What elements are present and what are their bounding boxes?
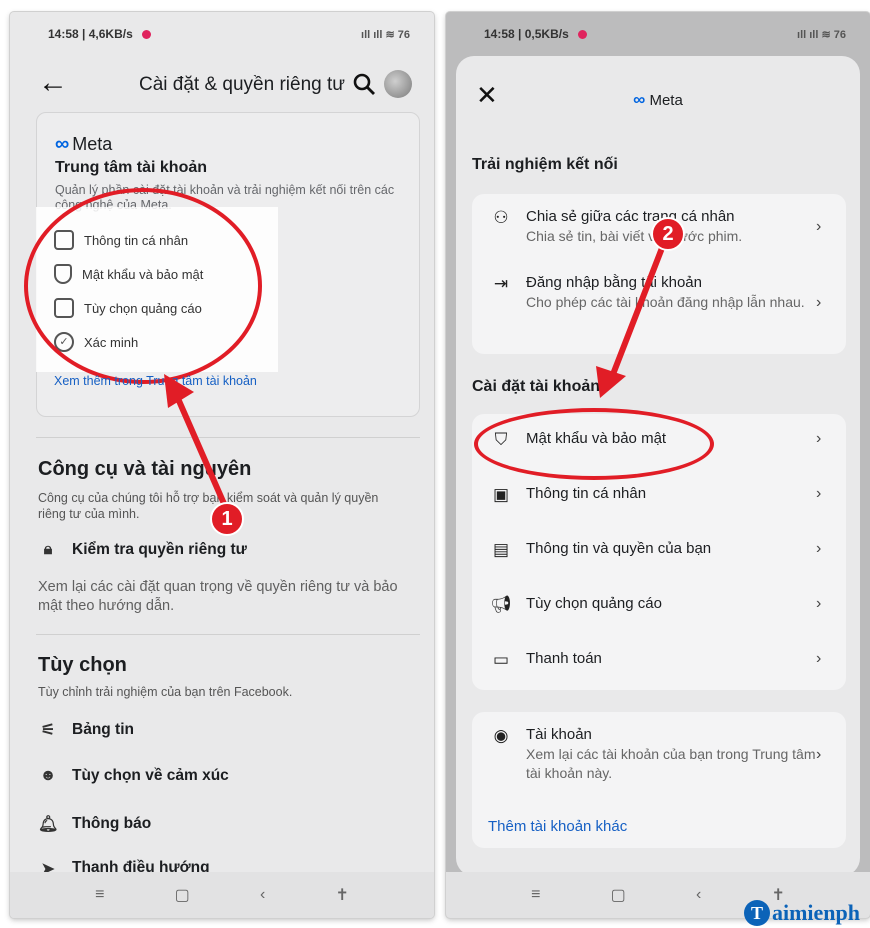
menu-icon[interactable]: ≡ — [95, 886, 104, 904]
option-label: Bảng tin — [72, 721, 134, 738]
divider — [36, 634, 420, 635]
step-badge-1: 1 — [210, 502, 244, 536]
option-nav-bar[interactable]: ➤ Thanh điều hướng — [38, 859, 210, 873]
chevron-right-icon: › — [816, 595, 822, 612]
connected-experiences-title: Trải nghiệm kết nối — [472, 156, 618, 173]
system-nav-bar: ≡ ▢ ‹ ✝ — [10, 872, 434, 918]
option-label: Tùy chọn về cảm xúc — [72, 767, 229, 784]
watermark-logo-icon: T — [743, 900, 770, 926]
sheet-meta-logo: ∞ Meta — [456, 90, 860, 110]
chevron-right-icon: › — [816, 218, 822, 235]
settings-row-your-info[interactable]: ▤ Thông tin và quyền của bạn › — [472, 540, 846, 560]
options-title: Tùy chọn — [38, 654, 127, 676]
option-label: Thông báo — [72, 815, 152, 832]
record-dot-icon — [578, 30, 588, 40]
account-settings-title: Cài đặt tài khoản — [472, 378, 601, 395]
settings-row-personal-info[interactable]: ▣ Thông tin cá nhân › — [472, 485, 846, 505]
chevron-right-icon: › — [816, 485, 822, 502]
home-icon[interactable]: ▢ — [611, 885, 626, 905]
status-time-wrap: 14:58 | 4,6KB/s — [48, 27, 152, 41]
menu-icon[interactable]: ≡ — [531, 886, 540, 904]
record-dot-icon — [142, 30, 152, 40]
chevron-right-icon: › — [816, 650, 822, 667]
pin-icon: ➤ — [41, 861, 55, 873]
options-description: Tùy chỉnh trải nghiệm của bạn trên Faceb… — [38, 685, 293, 699]
document-lock-icon: ▤ — [492, 540, 510, 559]
meta-logo: ∞ Meta — [55, 133, 112, 156]
bell-icon: 🔔︎ — [38, 816, 59, 833]
watermark: T aimienph — [743, 900, 860, 926]
status-time-wrap: 14:58 | 0,5KB/s — [484, 27, 588, 41]
watermark-text: aimienph — [771, 900, 860, 925]
meta-infinity-icon: ∞ — [633, 90, 646, 109]
meta-logo-text: Meta — [649, 92, 683, 109]
row-label: Tùy chọn quảng cáo — [526, 595, 662, 612]
back-icon[interactable]: ‹ — [696, 886, 701, 904]
home-icon[interactable]: ▢ — [175, 885, 190, 905]
user-circle-icon: ◉ — [493, 726, 509, 745]
arrow-annotation-2 — [596, 246, 665, 398]
status-icons: ıll ıll ≋ 76 — [361, 28, 410, 41]
row-label: Thanh toán — [526, 650, 602, 667]
highlight-oval-left — [24, 188, 262, 384]
status-bar: 14:58 | 0,5KB/s ıll ıll ≋ 76 — [446, 12, 870, 56]
meta-infinity-icon: ∞ — [55, 133, 70, 155]
search-icon[interactable] — [352, 72, 376, 96]
profile-share-icon: ⚇ — [493, 208, 509, 227]
option-label: Thanh điều hướng — [72, 859, 210, 873]
reaction-icon: ☻ — [39, 767, 57, 784]
option-reactions[interactable]: ☻ Tùy chọn về cảm xúc — [38, 767, 229, 785]
id-card-icon: ▣ — [492, 485, 510, 504]
privacy-check-label: Kiểm tra quyền riêng tư — [72, 541, 247, 558]
phone-right-screen: 14:58 | 0,5KB/s ıll ıll ≋ 76 ✕ ∞ Meta Tr… — [446, 12, 870, 918]
row-label: Tài khoản — [526, 726, 592, 743]
accessibility-icon[interactable]: ✝ — [335, 885, 348, 905]
chevron-right-icon: › — [816, 540, 822, 557]
card-icon: ▭ — [492, 650, 510, 669]
login-icon: ⇥ — [493, 274, 509, 293]
status-bar: 14:58 | 4,6KB/s ıll ıll ≋ 76 — [10, 12, 434, 56]
option-news-feed[interactable]: ⚟ Bảng tin — [38, 720, 134, 740]
status-time: 14:58 | 0,5KB/s — [484, 27, 569, 41]
phone-left-screen: 14:58 | 4,6KB/s ıll ıll ≋ 76 ← Cài đặt &… — [10, 12, 434, 918]
row-label: Thông tin và quyền của bạn — [526, 540, 712, 557]
row-label: Thông tin cá nhân — [526, 485, 647, 502]
row-sub: Xem lại các tài khoản của bạn trong Trun… — [526, 746, 816, 781]
chevron-right-icon: › — [816, 430, 822, 447]
privacy-check-row[interactable]: 🔒︎ Kiểm tra quyền riêng tư — [38, 541, 247, 559]
sliders-icon: ⚟ — [40, 722, 56, 739]
card-title: Trung tâm tài khoản — [55, 159, 208, 176]
avatar[interactable] — [384, 70, 412, 98]
status-icons: ıll ıll ≋ 76 — [797, 28, 846, 41]
lock-icon: 🔒︎ — [43, 541, 53, 558]
option-notifications[interactable]: 🔔︎ Thông báo — [38, 814, 151, 834]
top-bar: ← Cài đặt & quyền riêng tư — [10, 60, 434, 112]
step-badge-2: 2 — [651, 217, 685, 251]
chevron-right-icon: › — [816, 746, 822, 763]
back-icon[interactable]: ‹ — [260, 886, 265, 904]
meta-logo-text: Meta — [72, 134, 113, 154]
privacy-check-description: Xem lại các cài đặt quan trọng về quyền … — [38, 579, 398, 614]
highlight-oval-right — [474, 408, 714, 480]
settings-row-payments[interactable]: ▭ Thanh toán › — [472, 650, 846, 670]
add-account-link[interactable]: Thêm tài khoản khác — [488, 818, 627, 835]
meta-sheet: ✕ ∞ Meta Trải nghiệm kết nối ⚇ Chia sẻ g… — [456, 56, 860, 876]
chevron-right-icon: › — [816, 294, 822, 311]
status-time: 14:58 | 4,6KB/s — [48, 27, 133, 41]
settings-row-ad-preferences[interactable]: 📢︎ Tùy chọn quảng cáo › — [472, 595, 846, 615]
accounts-row[interactable]: ◉ Tài khoản Xem lại các tài khoản của bạ… — [472, 726, 846, 783]
megaphone-icon: 📢︎ — [490, 595, 512, 614]
